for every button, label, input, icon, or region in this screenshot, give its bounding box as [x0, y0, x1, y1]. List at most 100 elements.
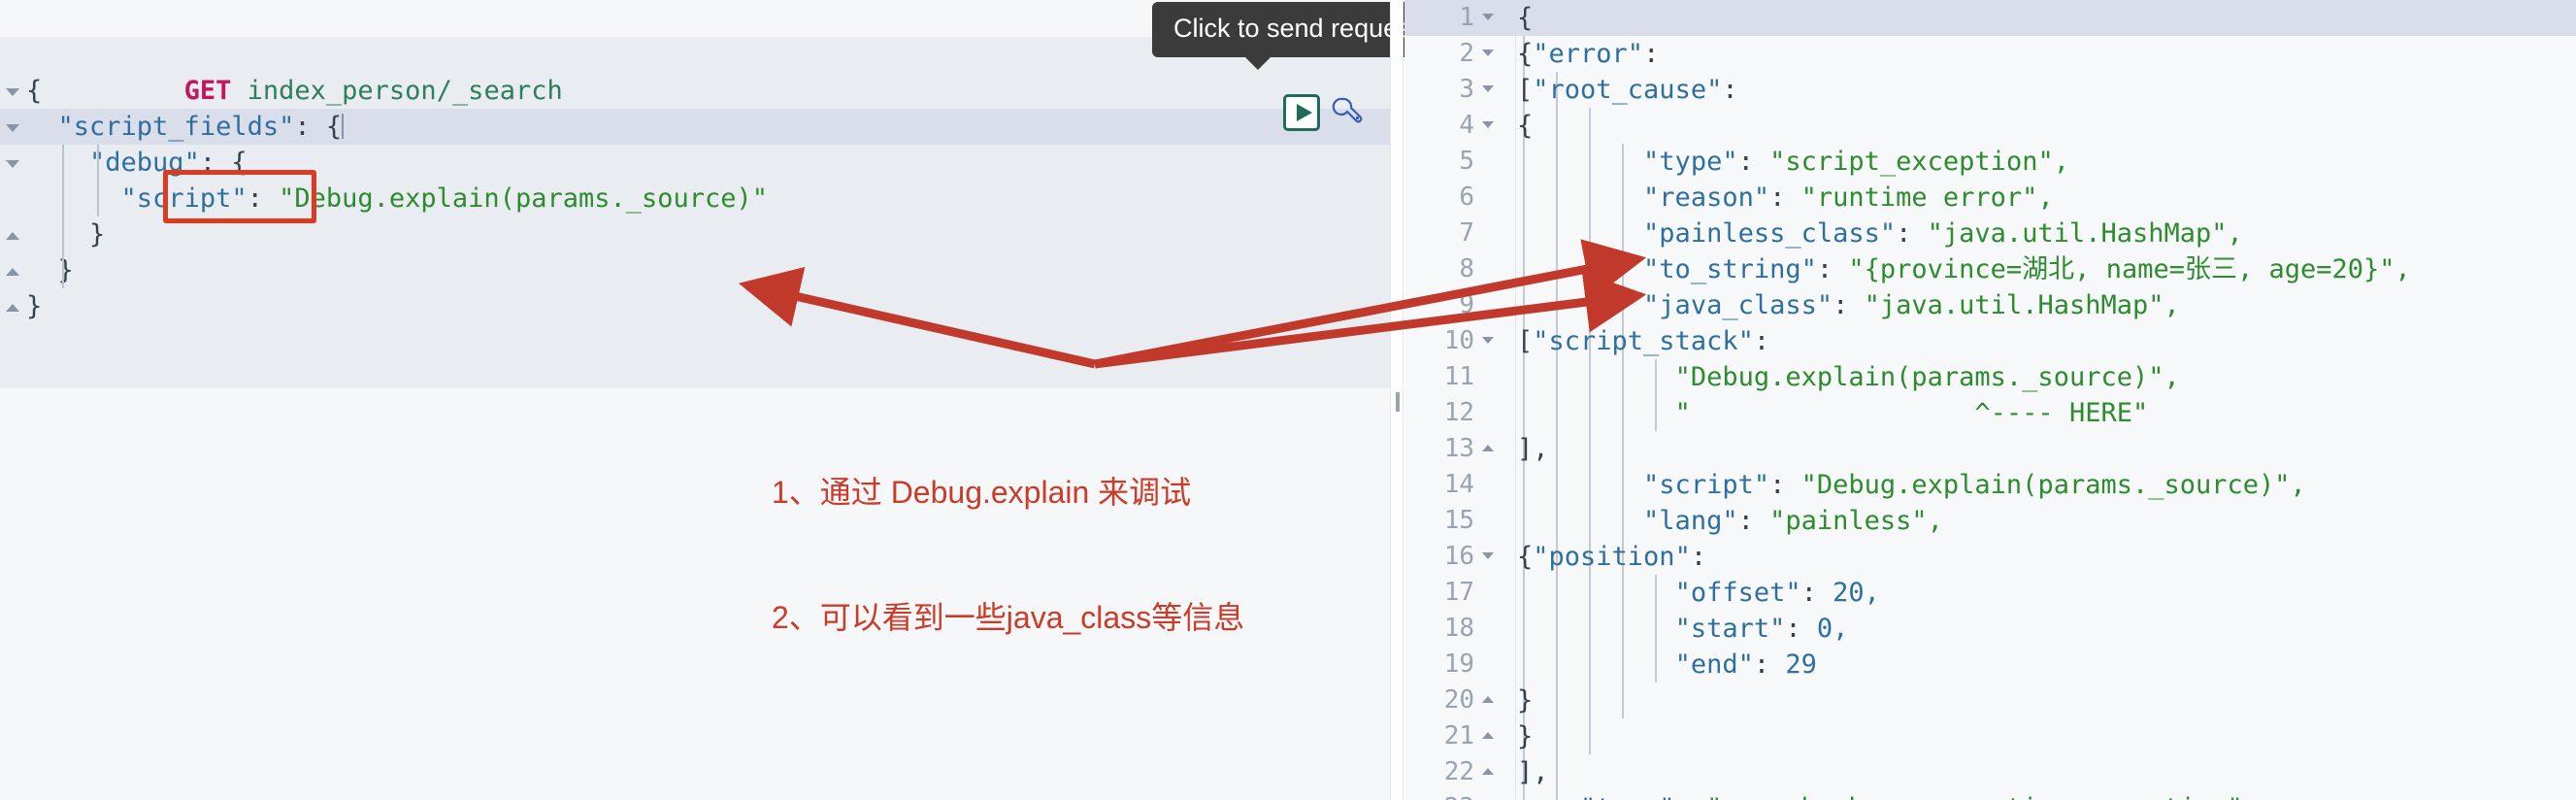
fold-toggle-icon[interactable] — [6, 299, 21, 315]
line-number: 11 — [1443, 362, 1474, 391]
response-row-text: " ^---- HERE" — [1674, 398, 2149, 428]
fold-toggle-icon[interactable] — [1482, 85, 1494, 92]
response-code-row[interactable]: 6 "reason": "runtime error", — [1404, 180, 2576, 216]
response-code-row[interactable]: 8 "to_string": "{province=湖北, name=张三, a… — [1404, 251, 2576, 287]
response-row-text: "start": 0, — [1674, 614, 1849, 644]
line-number: 15 — [1443, 506, 1474, 535]
response-row-text: "Debug.explain(params._source)", — [1674, 362, 2180, 392]
line-number: 21 — [1443, 721, 1474, 750]
fold-toggle-icon[interactable] — [1482, 445, 1494, 451]
tooltip-text: Click to send request — [1173, 14, 1419, 43]
response-code-row[interactable]: 22], — [1404, 754, 2576, 790]
annotation-line-2: 2、可以看到一些java_class等信息 — [772, 600, 1245, 635]
response-code-row[interactable]: 15 "lang": "painless", — [1404, 503, 2576, 539]
request-code-row-2[interactable]: "script_fields": { — [0, 109, 1390, 145]
request-row-7-text: } — [26, 291, 43, 321]
response-code-row[interactable]: 13], — [1404, 431, 2576, 467]
request-row-3-text: "debug": { — [89, 148, 248, 178]
fold-toggle-icon[interactable] — [6, 155, 21, 171]
fold-toggle-icon[interactable] — [6, 83, 21, 99]
line-number: 3 — [1459, 75, 1474, 104]
send-request-play-icon[interactable] — [1283, 94, 1320, 131]
response-code-row[interactable]: 4{ — [1404, 108, 2576, 144]
splitter-grip-icon — [1396, 392, 1400, 412]
response-row-text: { — [1517, 111, 1534, 141]
request-code-row-3[interactable]: "debug": { — [0, 145, 1390, 181]
fold-toggle-icon[interactable] — [1482, 732, 1494, 739]
fold-toggle-icon[interactable] — [1482, 121, 1494, 128]
line-number: 12 — [1443, 398, 1474, 427]
response-row-text: "end": 29 — [1674, 650, 1817, 680]
fold-toggle-icon[interactable] — [1482, 14, 1494, 20]
response-code-row[interactable]: 11 "Debug.explain(params._source)", — [1404, 359, 2576, 395]
response-code-row[interactable]: 7 "painless_class": "java.util.HashMap", — [1404, 216, 2576, 251]
line-number: 6 — [1459, 183, 1474, 212]
response-code-row[interactable]: 9 "java_class": "java.util.HashMap", — [1404, 287, 2576, 323]
wrench-glyph — [1332, 97, 1363, 123]
response-code-row[interactable]: 14 "script": "Debug.explain(params._sour… — [1404, 467, 2576, 503]
response-code-row[interactable]: 17 "offset": 20, — [1404, 575, 2576, 611]
response-row-text: } — [1517, 721, 1534, 751]
request-editor[interactable]: GET index_person/_search { "script_field… — [0, 37, 1390, 388]
fold-toggle-icon[interactable] — [1482, 696, 1494, 703]
response-pane: 1{2 {"error": 3 ["root_cause": 4{5 "type":… — [1404, 0, 2576, 800]
response-code-row[interactable]: 12 " ^---- HERE" — [1404, 395, 2576, 431]
text-caret — [342, 114, 345, 139]
console-screenshot: GET index_person/_search { "script_field… — [0, 0, 2576, 800]
response-code-row[interactable]: 23 "type": "search_phase_execution_excep… — [1404, 790, 2576, 800]
request-row-5-text: } — [26, 219, 106, 250]
request-row-6-text: } — [26, 255, 74, 285]
fold-toggle-icon[interactable] — [1482, 50, 1494, 56]
pane-splitter[interactable] — [1390, 0, 1404, 800]
response-row-text: "offset": 20, — [1674, 578, 1880, 608]
response-code-row[interactable]: 20} — [1404, 683, 2576, 718]
response-code-row[interactable]: 5 "type": "script_exception", — [1404, 144, 2576, 180]
response-code-row[interactable]: 3 ["root_cause": — [1404, 72, 2576, 108]
fold-toggle-icon[interactable] — [6, 263, 21, 279]
request-code-row-1[interactable]: { — [0, 73, 1390, 109]
request-code-row-7[interactable]: } — [0, 288, 1390, 324]
line-number: 14 — [1443, 470, 1474, 499]
response-code-row[interactable]: 16 {"position": — [1404, 539, 2576, 575]
fold-toggle-icon[interactable] — [1482, 552, 1494, 559]
response-code-row[interactable]: 19 "end": 29 — [1404, 647, 2576, 683]
line-number: 9 — [1459, 290, 1474, 319]
response-row-text: "java_class": "java.util.HashMap", — [1643, 290, 2180, 320]
fold-toggle-icon[interactable] — [6, 119, 21, 135]
response-code-row[interactable]: 18 "start": 0, — [1404, 611, 2576, 647]
response-row-text: "reason": "runtime error", — [1643, 183, 2054, 213]
indent-guide — [62, 145, 64, 288]
line-number: 8 — [1459, 254, 1474, 283]
line-number: 5 — [1459, 147, 1474, 176]
fold-toggle-icon[interactable] — [6, 227, 21, 243]
response-code-row[interactable]: 2 {"error": — [1404, 36, 2576, 72]
response-code-row[interactable]: 10 ["script_stack": — [1404, 323, 2576, 359]
line-number: 17 — [1443, 578, 1474, 607]
line-number: 10 — [1443, 326, 1474, 355]
response-row-text: ["root_cause": — [1517, 75, 1754, 105]
line-number: 22 — [1443, 757, 1474, 786]
annotation-note: 1、通过 Debug.explain 来调试 2、可以看到一些java_clas… — [772, 388, 1244, 722]
request-row-2-text: "script_fields": { — [57, 112, 345, 142]
line-number: 20 — [1443, 685, 1474, 715]
response-row-text: {"position": — [1517, 542, 1723, 572]
annotation-line-1: 1、通过 Debug.explain 来调试 — [772, 475, 1192, 510]
response-row-text: "script": "Debug.explain(params._source)… — [1643, 470, 2306, 500]
line-number: 2 — [1459, 39, 1474, 68]
line-number: 18 — [1443, 614, 1474, 643]
response-row-text: "type": "search_phase_execution_exceptio… — [1517, 790, 2576, 800]
response-row-text: "painless_class": "java.util.HashMap", — [1643, 218, 2243, 249]
request-code-row-5[interactable]: } — [0, 217, 1390, 252]
request-code-row-4[interactable]: "script": "Debug.explain(params._source)… — [0, 181, 1390, 217]
response-code-row[interactable]: 21} — [1404, 718, 2576, 754]
wrench-icon[interactable] — [1330, 95, 1363, 128]
play-triangle-icon — [1297, 104, 1312, 121]
request-code-row-6[interactable]: } — [0, 252, 1390, 288]
response-row-text: ], — [1517, 434, 1549, 464]
fold-toggle-icon[interactable] — [1482, 337, 1494, 344]
fold-toggle-icon[interactable] — [1482, 768, 1494, 775]
request-row-4-text: "script": "Debug.explain(params._source)… — [120, 183, 769, 214]
line-number: 7 — [1459, 218, 1474, 248]
response-row-text: "type": "script_exception", — [1643, 147, 2069, 177]
response-code-row[interactable]: 1{ — [1404, 0, 2576, 36]
